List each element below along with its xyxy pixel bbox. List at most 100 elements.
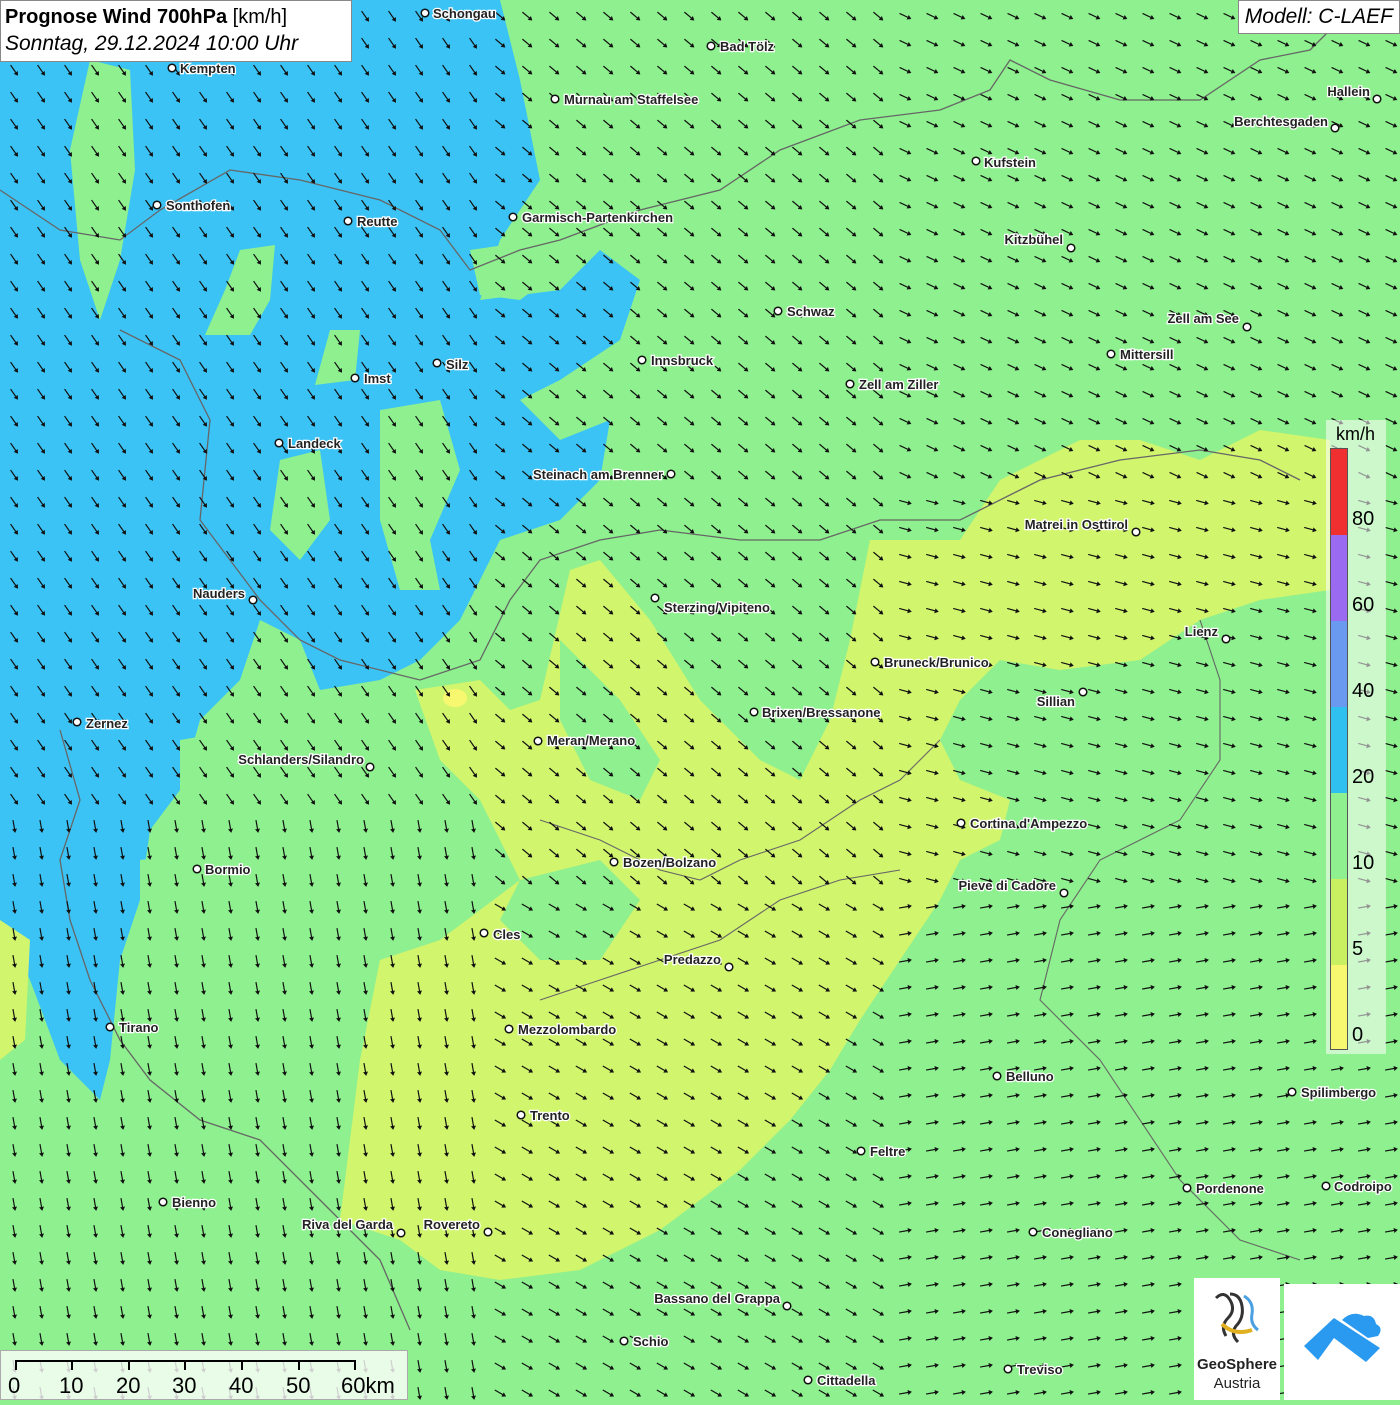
legend-label-20: 20: [1352, 766, 1375, 788]
legend-label-80: 80: [1352, 508, 1375, 530]
city-dot: [550, 94, 560, 104]
city-label: Bruneck/Brunico: [884, 655, 989, 670]
scale-label: 40: [229, 1373, 254, 1398]
city-marker[interactable]: Bozen/Bolzano: [609, 854, 717, 871]
city-marker[interactable]: Spilimbergo: [1287, 1084, 1377, 1101]
city-label: Zell am Ziller: [859, 377, 938, 392]
app-logo-icon: [1304, 1313, 1381, 1362]
city-marker[interactable]: Cortina d'Ampezzo: [956, 815, 1089, 832]
title-main: Prognose Wind 700hPa: [5, 6, 228, 28]
scale-bar: 0 10 20 30 40 50 60km: [0, 1350, 408, 1400]
scale-tick: [184, 1360, 186, 1370]
city-label: Feltre: [870, 1144, 905, 1159]
scale-tick: [71, 1360, 73, 1370]
city-marker[interactable]: Steinach am Brenner: [532, 466, 676, 483]
city-dot: [1372, 94, 1382, 104]
city-dot: [609, 857, 619, 867]
city-dot: [533, 736, 543, 746]
geosphere-emblem-icon: [1214, 1292, 1259, 1344]
city-dot: [724, 962, 734, 972]
legend-segment-40: [1331, 621, 1347, 707]
city-label: Reutte: [357, 214, 397, 229]
city-label: Bienno: [172, 1195, 216, 1210]
city-label: Bozen/Bolzano: [623, 855, 716, 870]
city-dot: [1287, 1087, 1297, 1097]
city-dot: [992, 1071, 1002, 1081]
city-label: Trento: [530, 1108, 570, 1123]
city-dot: [504, 1024, 514, 1034]
city-dot: [1330, 123, 1340, 133]
city-label: Kufstein: [984, 155, 1036, 170]
city-marker[interactable]: Schongau: [420, 5, 497, 22]
city-label: Predazzo: [664, 952, 721, 967]
city-dot: [773, 306, 783, 316]
city-label: Bassano del Grappa: [654, 1291, 780, 1306]
city-dot: [1003, 1364, 1013, 1374]
city-marker[interactable]: Brixen/Bressanone: [749, 704, 882, 721]
legend-label-40: 40: [1352, 680, 1375, 702]
city-label: Rovereto: [424, 1217, 480, 1232]
city-dot: [1131, 527, 1141, 537]
title-box: Prognose Wind 700hPa [km/h] Sonntag, 29.…: [0, 0, 352, 62]
city-label: Matrei in Osttirol: [1025, 517, 1128, 532]
scale-tick: [15, 1360, 17, 1370]
title-line: Prognose Wind 700hPa [km/h]: [5, 4, 347, 30]
scale-tick: [128, 1360, 130, 1370]
app-logo[interactable]: [1284, 1284, 1400, 1400]
city-label: Codroipo: [1334, 1179, 1392, 1194]
city-label: Schio: [633, 1334, 668, 1349]
city-label: Schwaz: [787, 304, 835, 319]
scale-label: 50: [286, 1373, 311, 1398]
city-marker[interactable]: Murnau am Staffelsee: [550, 91, 700, 108]
legend-segment-10: [1331, 793, 1347, 879]
city-dot: [1066, 243, 1076, 253]
city-dot: [1078, 687, 1088, 697]
city-marker[interactable]: Zell am Ziller: [845, 376, 940, 393]
city-dot: [706, 41, 716, 51]
city-dot: [870, 657, 880, 667]
city-dot: [856, 1146, 866, 1156]
city-label: Bormio: [205, 862, 251, 877]
title-unit: [km/h]: [232, 6, 288, 28]
city-marker[interactable]: Mezzolombardo: [504, 1021, 618, 1038]
legend-segment-20: [1331, 707, 1347, 793]
legend-unit: km/h: [1336, 424, 1376, 444]
city-dot: [845, 379, 855, 389]
city-label: Landeck: [288, 436, 342, 451]
city-dot: [508, 212, 518, 222]
city-label: Nauders: [193, 586, 245, 601]
city-dot: [1242, 322, 1252, 332]
city-dot: [956, 818, 966, 828]
scale-label: 20: [116, 1373, 141, 1398]
city-label: Garmisch-Partenkirchen: [522, 210, 673, 225]
city-label: Sillian: [1037, 694, 1075, 709]
model-label: Modell: C-LAEF: [1237, 0, 1400, 34]
city-dot: [167, 63, 177, 73]
city-marker[interactable]: Bruneck/Brunico: [870, 654, 990, 671]
city-marker[interactable]: Pordenone: [1182, 1180, 1265, 1197]
city-dot: [420, 8, 430, 18]
city-label: Cittadella: [817, 1373, 876, 1388]
city-label: Imst: [364, 371, 391, 386]
wind-map[interactable]: Schongau Bad Tölz Kempten Murnau am Staffel…: [0, 0, 1400, 1400]
city-label: Mezzolombardo: [518, 1022, 616, 1037]
city-label: Berchtesgaden: [1234, 114, 1328, 129]
city-marker[interactable]: Garmisch-Partenkirchen: [508, 209, 674, 226]
scale-label: 60km: [341, 1373, 395, 1398]
city-label: Sterzing/Vipiteno: [664, 600, 770, 615]
geosphere-logo[interactable]: GeoSphere Austria: [1194, 1278, 1280, 1400]
city-label: Treviso: [1017, 1362, 1063, 1377]
city-marker[interactable]: Meran/Merano: [533, 732, 636, 749]
city-label: Cles: [493, 927, 520, 942]
legend-segment-60: [1331, 535, 1347, 621]
city-marker[interactable]: Conegliano: [1028, 1224, 1114, 1241]
city-dot: [248, 595, 258, 605]
city-dot: [1221, 634, 1231, 644]
scale-tick: [241, 1360, 243, 1370]
city-dot: [158, 1197, 168, 1207]
legend-segment-80plus: [1331, 449, 1347, 535]
city-label: Lienz: [1185, 624, 1219, 639]
city-dot: [666, 469, 676, 479]
title-datetime: Sonntag, 29.12.2024 10:00 Uhr: [5, 32, 299, 55]
city-dot: [432, 358, 442, 368]
